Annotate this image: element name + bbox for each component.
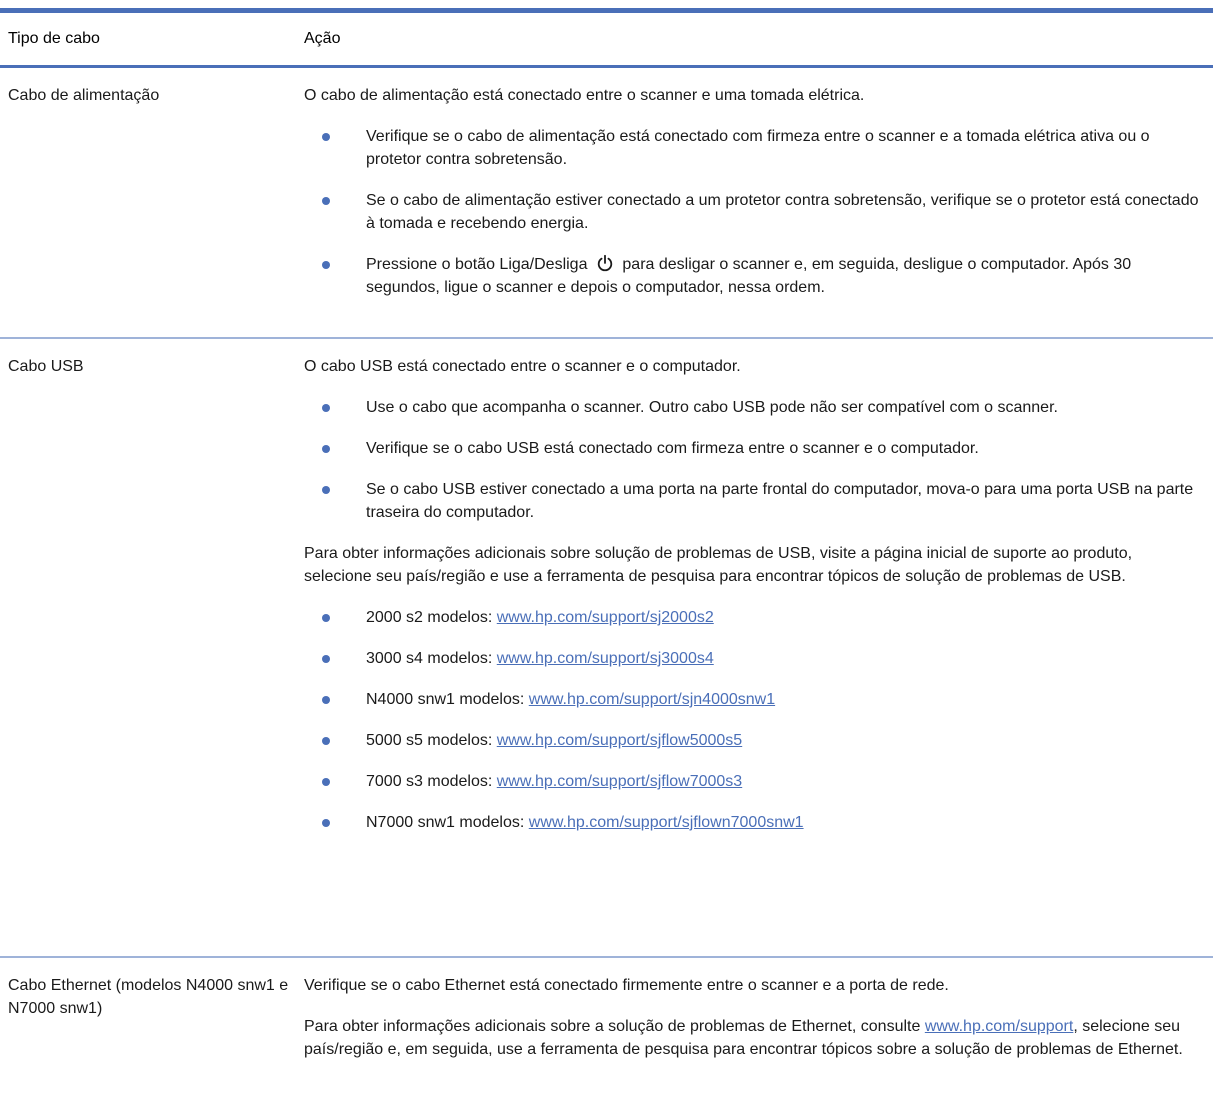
- list-item: Verifique se o cabo de alimentação está …: [304, 125, 1199, 171]
- support-link[interactable]: www.hp.com/support/sjn4000snw1: [529, 691, 775, 708]
- cable-troubleshooting-table: Tipo de cabo Ação Cabo de alimentação O …: [0, 8, 1213, 1079]
- model-label: N4000 snw1 modelos:: [366, 691, 529, 708]
- model-link-item: 3000 s4 modelos: www.hp.com/support/sj30…: [304, 647, 1199, 670]
- list-item: Use o cabo que acompanha o scanner. Outr…: [304, 396, 1199, 419]
- cell-action: Verifique se o cabo Ethernet está conect…: [304, 958, 1213, 1079]
- header-action: Ação: [304, 30, 341, 47]
- action-list: Verifique se o cabo de alimentação está …: [304, 125, 1199, 299]
- cell-cable-type: Cabo de alimentação: [8, 87, 160, 104]
- cell-action: O cabo de alimentação está conectado ent…: [304, 68, 1213, 337]
- model-label: N7000 snw1 modelos:: [366, 814, 529, 831]
- model-link-item: N7000 snw1 modelos: www.hp.com/support/s…: [304, 811, 1199, 834]
- more-info-text: Para obter informações adicionais sobre …: [304, 545, 1133, 585]
- cell-cable-type: Cabo Ethernet (modelos N4000 snw1 e N700…: [8, 977, 289, 1017]
- table-row-usb-cable: Cabo USB O cabo USB está conectado entre…: [0, 339, 1213, 958]
- model-link-item: N4000 snw1 modelos: www.hp.com/support/s…: [304, 688, 1199, 711]
- list-item: Pressione o botão Liga/Desliga para desl…: [304, 253, 1199, 299]
- power-bullet-text-before: Pressione o botão Liga/Desliga: [366, 256, 588, 273]
- model-label: 3000 s4 modelos:: [366, 650, 497, 667]
- model-label: 2000 s2 modelos:: [366, 609, 497, 626]
- header-cable-type: Tipo de cabo: [8, 30, 100, 47]
- action-intro: O cabo USB está conectado entre o scanne…: [304, 358, 741, 375]
- model-link-item: 7000 s3 modelos: www.hp.com/support/sjfl…: [304, 770, 1199, 793]
- model-link-item: 2000 s2 modelos: www.hp.com/support/sj20…: [304, 606, 1199, 629]
- more-info-before: Para obter informações adicionais sobre …: [304, 1018, 925, 1035]
- cell-action: O cabo USB está conectado entre o scanne…: [304, 339, 1213, 956]
- power-icon: [597, 254, 613, 272]
- list-item: Se o cabo USB estiver conectado a uma po…: [304, 478, 1199, 524]
- support-link[interactable]: www.hp.com/support/sjflow5000s5: [497, 732, 742, 749]
- list-item: Verifique se o cabo USB está conectado c…: [304, 437, 1199, 460]
- model-links-list: 2000 s2 modelos: www.hp.com/support/sj20…: [304, 606, 1199, 834]
- support-link[interactable]: www.hp.com/support/sjflow7000s3: [497, 773, 742, 790]
- model-label: 7000 s3 modelos:: [366, 773, 497, 790]
- table-header-row: Tipo de cabo Ação: [0, 13, 1213, 68]
- cell-cable-type: Cabo USB: [8, 358, 84, 375]
- action-intro: O cabo de alimentação está conectado ent…: [304, 87, 865, 104]
- support-link[interactable]: www.hp.com/support/sjflown7000snw1: [529, 814, 804, 831]
- table-row-power-cable: Cabo de alimentação O cabo de alimentaçã…: [0, 68, 1213, 339]
- support-link[interactable]: www.hp.com/support/sj2000s2: [497, 609, 714, 626]
- table-row-ethernet-cable: Cabo Ethernet (modelos N4000 snw1 e N700…: [0, 958, 1213, 1079]
- support-link[interactable]: www.hp.com/support/sj3000s4: [497, 650, 714, 667]
- model-label: 5000 s5 modelos:: [366, 732, 497, 749]
- model-link-item: 5000 s5 modelos: www.hp.com/support/sjfl…: [304, 729, 1199, 752]
- action-list: Use o cabo que acompanha o scanner. Outr…: [304, 396, 1199, 524]
- support-link[interactable]: www.hp.com/support: [925, 1018, 1074, 1035]
- action-intro: Verifique se o cabo Ethernet está conect…: [304, 977, 949, 994]
- more-info-text: Para obter informações adicionais sobre …: [304, 1015, 1199, 1061]
- list-item: Se o cabo de alimentação estiver conecta…: [304, 189, 1199, 235]
